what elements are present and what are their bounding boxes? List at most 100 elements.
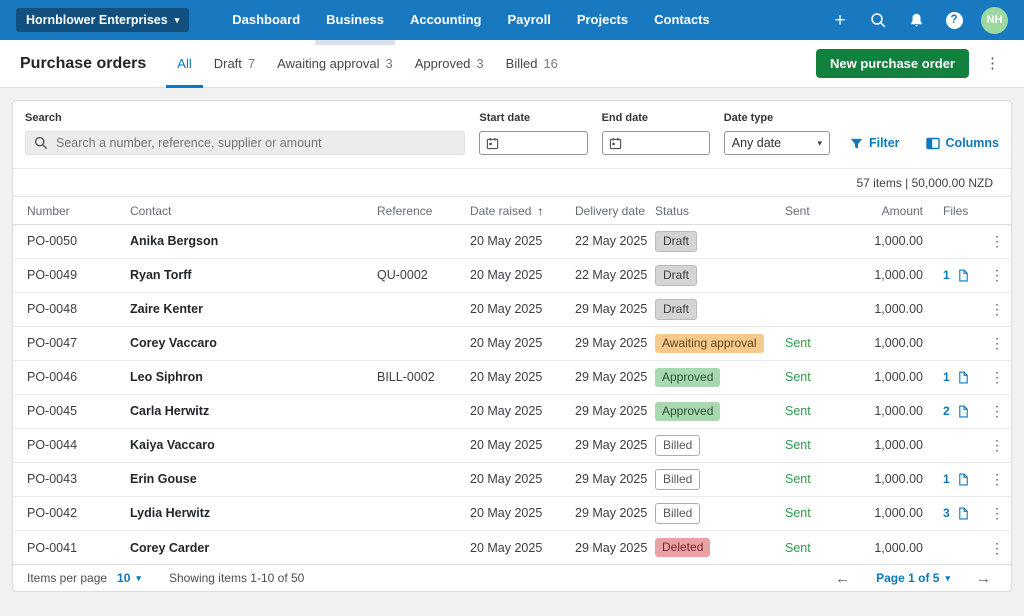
row-menu-button[interactable]: ⋮ (984, 264, 1010, 286)
po-amount: 1,000.00 (863, 462, 943, 496)
items-per-page-select[interactable]: 10 ▾ (117, 571, 141, 585)
file-icon (957, 269, 970, 282)
chevron-down-icon: ▾ (945, 573, 950, 584)
notifications-button[interactable] (901, 5, 931, 35)
header-reference[interactable]: Reference (377, 197, 470, 224)
page-menu-button[interactable]: ⋮ (977, 52, 1008, 75)
row-menu-button[interactable]: ⋮ (984, 502, 1010, 524)
row-menu-button[interactable]: ⋮ (984, 332, 1010, 354)
row-menu-button[interactable]: ⋮ (984, 434, 1010, 456)
files-link[interactable]: 1 (943, 370, 970, 384)
tab-awaiting-approval[interactable]: Awaiting approval 3 (266, 40, 404, 88)
po-date-raised: 20 May 2025 (470, 496, 575, 530)
header-row-menu (983, 197, 1011, 224)
header-number[interactable]: Number (13, 197, 130, 224)
header-files[interactable]: Files (943, 197, 983, 224)
status-badge: Draft (655, 265, 697, 286)
items-per-page-value: 10 (117, 571, 130, 585)
avatar[interactable]: NH (981, 7, 1008, 34)
tab-label: Approved (415, 56, 471, 71)
table-row[interactable]: PO-0041Corey Carder20 May 202529 May 202… (13, 530, 1011, 564)
date-type-select[interactable]: Any date ▾ (724, 131, 830, 155)
header-contact[interactable]: Contact (130, 197, 377, 224)
table-row[interactable]: PO-0042Lydia Herwitz20 May 202529 May 20… (13, 496, 1011, 530)
po-amount: 1,000.00 (863, 292, 943, 326)
tab-approved[interactable]: Approved 3 (404, 40, 495, 88)
status-badge: Billed (655, 435, 700, 456)
help-button[interactable]: ? (939, 5, 969, 35)
tab-billed[interactable]: Billed 16 (495, 40, 569, 88)
global-search-button[interactable] (863, 5, 893, 35)
organisation-name: Hornblower Enterprises (26, 13, 168, 27)
po-date-raised: 20 May 2025 (470, 428, 575, 462)
files-link[interactable]: 1 (943, 472, 970, 486)
file-icon (957, 405, 970, 418)
po-menu-cell: ⋮ (983, 326, 1011, 360)
row-menu-button[interactable]: ⋮ (984, 468, 1010, 490)
row-menu-button[interactable]: ⋮ (984, 400, 1010, 422)
status-badge: Billed (655, 503, 700, 524)
header-delivery-date[interactable]: Delivery date (575, 197, 655, 224)
po-contact: Lydia Herwitz (130, 496, 377, 530)
tab-count: 7 (248, 56, 255, 71)
header-sent[interactable]: Sent (785, 197, 863, 224)
row-menu-button[interactable]: ⋮ (984, 537, 1010, 559)
file-icon (957, 473, 970, 486)
nav-contacts[interactable]: Contacts (641, 0, 723, 40)
nav-business[interactable]: Business (313, 0, 397, 40)
po-status-cell: Deleted (655, 530, 785, 564)
previous-page-button[interactable]: ← (831, 568, 854, 589)
start-date-input[interactable] (479, 131, 587, 155)
status-badge: Approved (655, 368, 720, 387)
po-files-cell: 1 (943, 360, 983, 394)
row-menu-button[interactable]: ⋮ (984, 230, 1010, 252)
row-menu-button[interactable]: ⋮ (984, 298, 1010, 320)
po-status-cell: Billed (655, 462, 785, 496)
tab-draft[interactable]: Draft 7 (203, 40, 266, 88)
header-status[interactable]: Status (655, 197, 785, 224)
po-date-raised: 20 May 2025 (470, 530, 575, 564)
next-page-button[interactable]: → (972, 568, 995, 589)
po-status-cell: Approved (655, 394, 785, 428)
nav-projects[interactable]: Projects (564, 0, 641, 40)
page-header: Purchase orders All Draft 7 Awaiting app… (0, 40, 1024, 88)
table-row[interactable]: PO-0049Ryan TorffQU-000220 May 202522 Ma… (13, 258, 1011, 292)
files-link[interactable]: 2 (943, 404, 970, 418)
po-menu-cell: ⋮ (983, 292, 1011, 326)
table-row[interactable]: PO-0050Anika Bergson20 May 202522 May 20… (13, 224, 1011, 258)
new-purchase-order-button[interactable]: New purchase order (816, 49, 969, 78)
search-icon (34, 136, 48, 150)
create-new-button[interactable]: + (825, 5, 855, 35)
tab-all[interactable]: All (166, 40, 202, 88)
organisation-menu-button[interactable]: Hornblower Enterprises ▾ (16, 8, 189, 32)
files-link[interactable]: 1 (943, 268, 970, 282)
header-date-raised[interactable]: Date raised↑ (470, 197, 575, 224)
columns-button[interactable]: Columns (926, 136, 999, 150)
po-amount: 1,000.00 (863, 496, 943, 530)
nav-dashboard[interactable]: Dashboard (219, 0, 313, 40)
po-table-body: PO-0050Anika Bergson20 May 202522 May 20… (13, 224, 1011, 564)
table-row[interactable]: PO-0045Carla Herwitz20 May 202529 May 20… (13, 394, 1011, 428)
po-sent-status: Sent (785, 326, 863, 360)
end-date-input[interactable] (602, 131, 710, 155)
files-count: 2 (943, 404, 950, 418)
chevron-down-icon: ▾ (175, 15, 180, 26)
search-input[interactable] (25, 131, 465, 155)
po-amount: 1,000.00 (863, 360, 943, 394)
filter-button[interactable]: Filter (850, 136, 900, 150)
table-row[interactable]: PO-0046Leo SiphronBILL-000220 May 202529… (13, 360, 1011, 394)
po-reference (377, 462, 470, 496)
sort-ascending-icon: ↑ (537, 204, 543, 218)
po-files-cell: 3 (943, 496, 983, 530)
po-amount: 1,000.00 (863, 394, 943, 428)
files-link[interactable]: 3 (943, 506, 970, 520)
table-row[interactable]: PO-0048Zaire Kenter20 May 202529 May 202… (13, 292, 1011, 326)
table-row[interactable]: PO-0043Erin Gouse20 May 202529 May 2025B… (13, 462, 1011, 496)
page-select[interactable]: Page 1 of 5 ▾ (876, 571, 950, 585)
table-row[interactable]: PO-0044Kaiya Vaccaro20 May 202529 May 20… (13, 428, 1011, 462)
header-amount[interactable]: Amount (863, 197, 943, 224)
nav-payroll[interactable]: Payroll (494, 0, 563, 40)
row-menu-button[interactable]: ⋮ (984, 366, 1010, 388)
table-row[interactable]: PO-0047Corey Vaccaro20 May 202529 May 20… (13, 326, 1011, 360)
nav-accounting[interactable]: Accounting (397, 0, 495, 40)
